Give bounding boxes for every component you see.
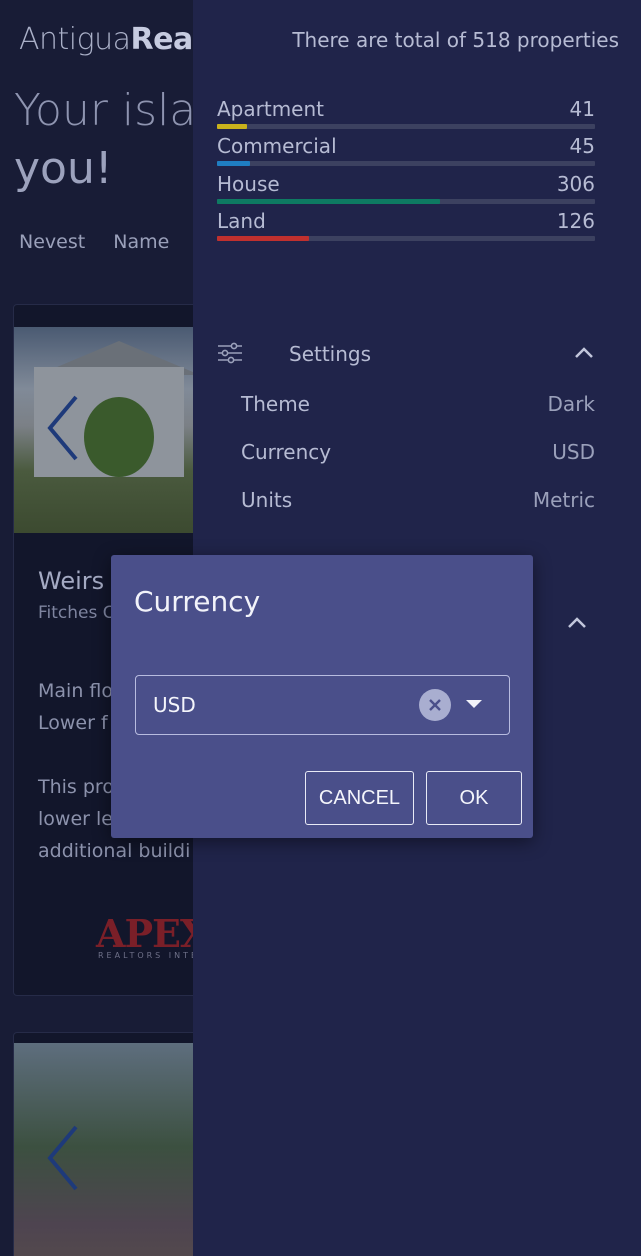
category-bar xyxy=(217,124,595,129)
dropdown-arrow-icon[interactable] xyxy=(466,700,482,708)
setting-value: Dark xyxy=(547,392,595,416)
setting-row-units[interactable]: Units Metric xyxy=(241,488,595,512)
setting-row-theme[interactable]: Theme Dark xyxy=(241,392,595,416)
category-house[interactable]: House 306 xyxy=(217,172,595,204)
setting-value: USD xyxy=(552,440,595,464)
category-count: 41 xyxy=(569,97,595,121)
clear-icon[interactable] xyxy=(419,689,451,721)
carousel-prev-icon[interactable] xyxy=(46,1125,80,1191)
total-properties-text: There are total of 518 properties xyxy=(292,28,619,52)
sort-option-name[interactable]: Name xyxy=(113,231,169,253)
setting-value: Metric xyxy=(532,488,595,512)
cancel-button[interactable]: CANCEL xyxy=(305,771,414,825)
category-label: Commercial xyxy=(217,134,337,158)
setting-label: Units xyxy=(241,488,293,512)
chevron-up-icon[interactable] xyxy=(566,612,588,634)
category-commercial[interactable]: Commercial 45 xyxy=(217,134,595,166)
agency-logo: APEX xyxy=(96,911,210,956)
listing-title: Weirs xyxy=(38,567,105,595)
setting-row-currency[interactable]: Currency USD xyxy=(241,440,595,464)
chevron-up-icon[interactable] xyxy=(573,342,595,364)
category-count: 306 xyxy=(556,172,595,196)
category-bar xyxy=(217,236,595,241)
category-count: 126 xyxy=(556,209,595,233)
sort-bar: Nevest Name xyxy=(19,231,191,253)
category-apartment[interactable]: Apartment 41 xyxy=(217,97,595,129)
category-label: House xyxy=(217,172,280,196)
category-bar xyxy=(217,199,595,204)
setting-label: Currency xyxy=(241,440,332,464)
listing-location: Fitches C xyxy=(38,603,115,623)
ok-button[interactable]: OK xyxy=(426,771,522,825)
sort-option-newest[interactable]: Nevest xyxy=(19,231,85,253)
currency-select[interactable]: USD xyxy=(135,675,510,735)
category-bar xyxy=(217,161,595,166)
settings-section-header[interactable]: Settings xyxy=(217,336,595,370)
app-logo[interactable]: AntiguaReal xyxy=(19,22,203,57)
category-label: Apartment xyxy=(217,97,325,121)
category-count: 45 xyxy=(569,134,595,158)
dialog-title: Currency xyxy=(134,585,261,618)
category-land[interactable]: Land 126 xyxy=(217,209,595,241)
sliders-icon xyxy=(218,342,242,364)
carousel-prev-icon[interactable] xyxy=(46,395,80,461)
currency-select-value: USD xyxy=(153,693,196,717)
category-label: Land xyxy=(217,209,266,233)
settings-label: Settings xyxy=(289,342,372,366)
currency-dialog: Currency USD CANCEL OK xyxy=(111,555,533,838)
setting-label: Theme xyxy=(241,392,310,416)
